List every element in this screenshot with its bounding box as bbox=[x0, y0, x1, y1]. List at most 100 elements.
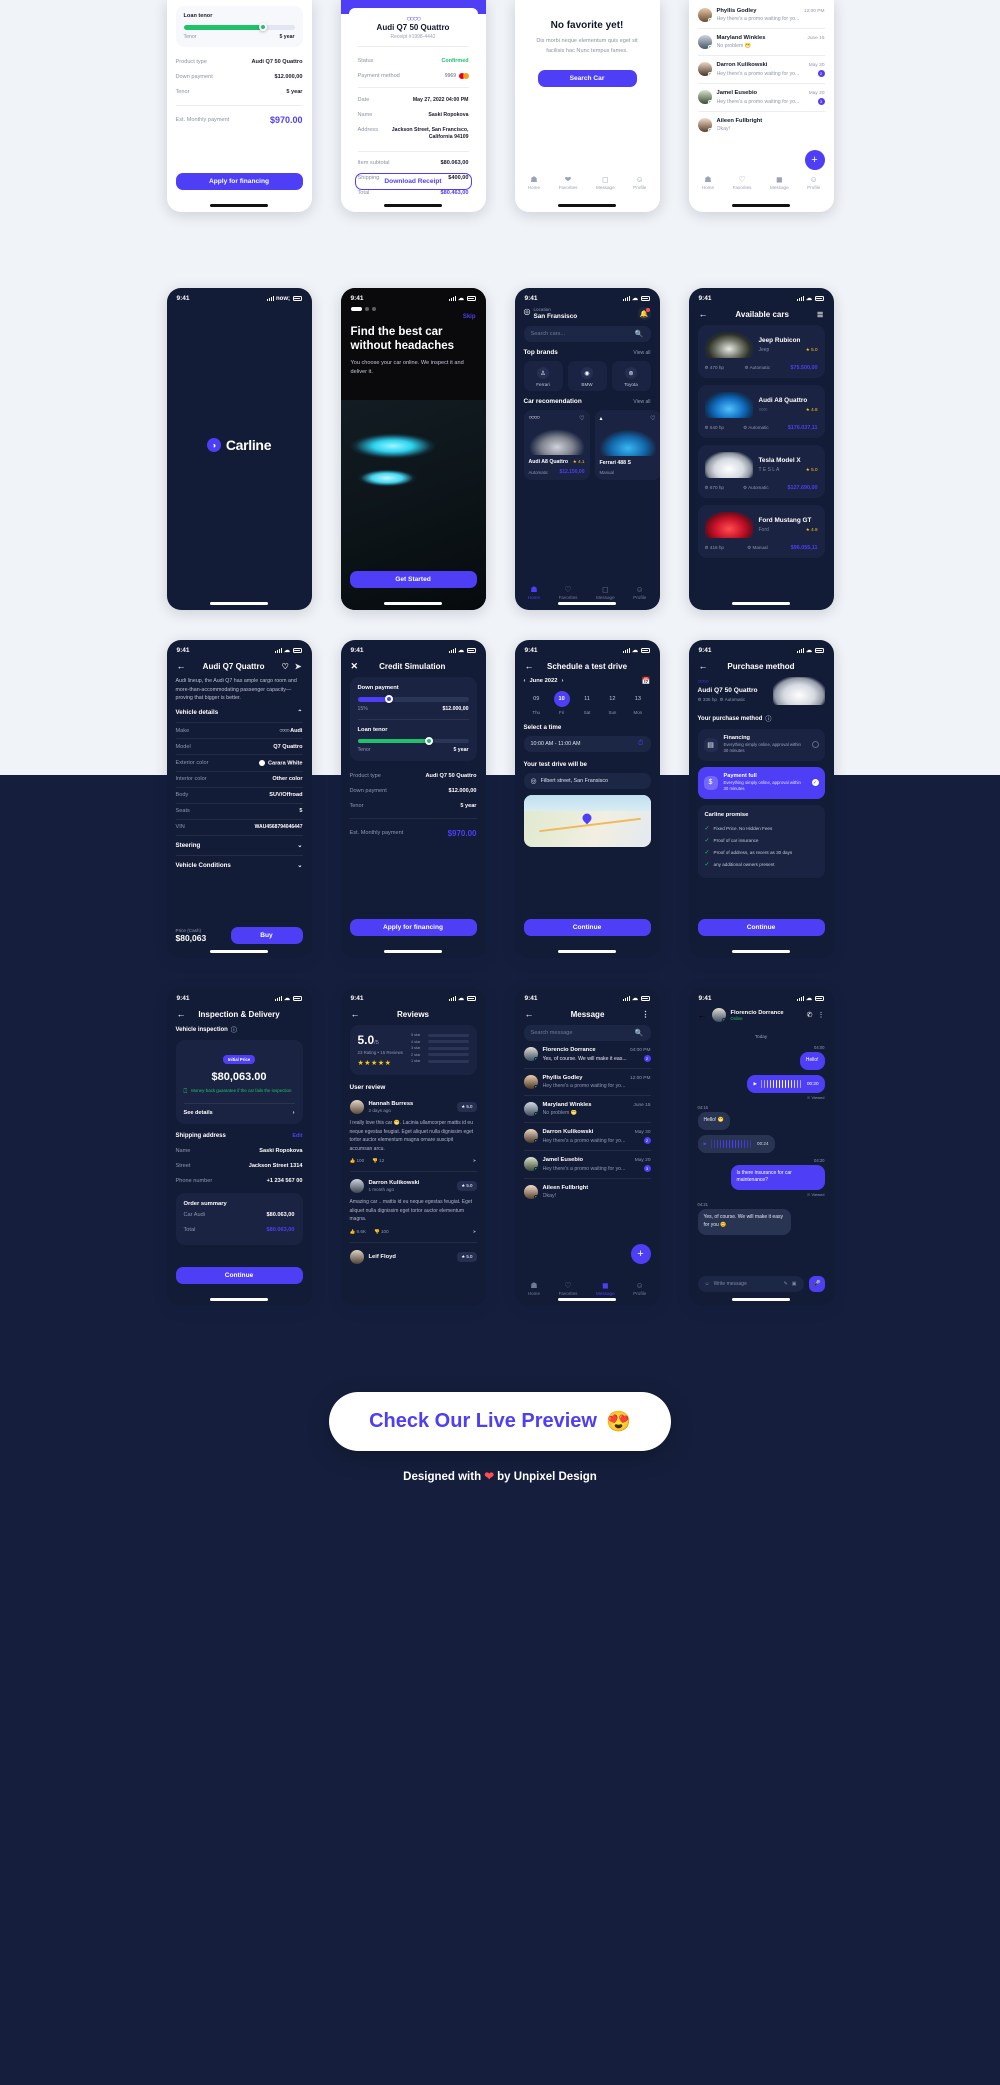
back-button[interactable]: ← bbox=[525, 1010, 534, 1019]
accordion-vehicle-details[interactable]: Vehicle details ⌃ bbox=[176, 703, 303, 722]
tab-home[interactable]: ☗ Home bbox=[528, 175, 540, 190]
accordion-vehicle-conditions[interactable]: Vehicle Conditions ⌄ bbox=[176, 856, 303, 875]
accordion-steering[interactable]: Steering ⌄ bbox=[176, 836, 303, 855]
close-button[interactable]: ✕ bbox=[351, 662, 359, 671]
tab-home[interactable]: ☗ Home bbox=[702, 175, 714, 190]
tab-home[interactable]: ☗ Home bbox=[528, 585, 540, 600]
share-icon[interactable]: ➤ bbox=[295, 662, 302, 671]
tab-profile[interactable]: ☺ Profile bbox=[633, 1281, 646, 1296]
brand-item-toyota[interactable]: ⊚ Toyota bbox=[611, 361, 651, 391]
tab-favorites[interactable]: ❤ Favorites bbox=[559, 175, 578, 190]
radio-unselected[interactable] bbox=[811, 741, 819, 749]
info-icon[interactable]: ⓘ bbox=[765, 714, 771, 723]
option-payment-full[interactable]: $ Payment full Everything simply online,… bbox=[697, 766, 825, 799]
search-input[interactable]: Search cars... 🔍 bbox=[523, 326, 651, 342]
live-preview-button[interactable]: Check Our Live Preview 😍 bbox=[329, 1392, 671, 1451]
chevron-right-icon[interactable]: › bbox=[561, 678, 563, 684]
loan-tenor-slider[interactable] bbox=[357, 736, 469, 745]
day-cell[interactable]: 13 Mon bbox=[625, 691, 650, 715]
tab-profile[interactable]: ☺ Profile bbox=[633, 585, 646, 600]
tab-message[interactable]: ◼ Message bbox=[770, 175, 789, 190]
view-all-link[interactable]: View all bbox=[633, 350, 650, 356]
list-item[interactable]: Florencio Dorrance 04:00 PM Yes, of cours… bbox=[523, 1041, 651, 1068]
edit-address-button[interactable]: Edit bbox=[292, 1133, 302, 1139]
attachment-icon[interactable]: ✎ bbox=[784, 1281, 788, 1287]
buy-button[interactable]: Buy bbox=[230, 927, 303, 944]
option-financing[interactable]: ▤ Financing Everything simply online, ap… bbox=[697, 729, 825, 761]
emoji-icon[interactable]: ☺ bbox=[705, 1281, 710, 1287]
favorite-icon[interactable]: ♡ bbox=[579, 415, 584, 422]
month-selector[interactable]: ‹ June 2022 › 📅 bbox=[524, 677, 651, 685]
list-item[interactable]: Darron Kulikowski May 30 Hey there's a pr… bbox=[523, 1123, 651, 1150]
see-details-link[interactable]: See details › bbox=[183, 1103, 295, 1116]
list-item[interactable]: Darron Kulikowski May 30 Hey there's a pr… bbox=[697, 56, 825, 83]
tab-favorites[interactable]: ♡ Favorites bbox=[559, 1281, 578, 1296]
apply-for-financing-button[interactable]: Apply for financing bbox=[349, 919, 477, 936]
info-icon[interactable]: ⓘ bbox=[231, 1025, 237, 1034]
image-icon[interactable]: ▣ bbox=[792, 1281, 797, 1287]
notifications-button[interactable]: 🔔 bbox=[637, 307, 651, 320]
list-item[interactable]: Jamel Eusebio May 20 Hey there's a promo … bbox=[697, 84, 825, 111]
view-all-link[interactable]: View all bbox=[633, 399, 650, 405]
like-button[interactable]: 👍 9.6K bbox=[350, 1229, 366, 1235]
tab-profile[interactable]: ☺ Profile bbox=[807, 175, 820, 190]
car-card[interactable]: ♡ ▴ Ferrari 488 S Manual bbox=[594, 410, 660, 480]
filter-icon[interactable]: ≣ bbox=[817, 310, 824, 319]
list-item[interactable]: Jamel Eusebio May 20 Hey there's a promo … bbox=[523, 1151, 651, 1178]
voice-message[interactable]: ▶ 00:24 bbox=[697, 1134, 775, 1153]
apply-for-financing-button[interactable]: Apply for financing bbox=[175, 173, 303, 190]
list-item[interactable]: Maryland Winkles June 15 No problem 😁 bbox=[523, 1096, 651, 1122]
brand-item-ferrari[interactable]: ♙ Ferrari bbox=[523, 361, 563, 391]
car-list-item[interactable]: Audi A8 Quattro ○○○○ ★ 4.8 ⚙ 540 hp ⚙ Au… bbox=[697, 385, 825, 438]
list-item[interactable]: Aileen Fullbright Okay! bbox=[697, 112, 825, 138]
day-cell[interactable]: 09 Thu bbox=[524, 691, 549, 715]
back-button[interactable]: ← bbox=[177, 662, 186, 671]
favorite-icon[interactable]: ♡ bbox=[650, 415, 655, 422]
list-item[interactable]: Phyllis Godley 12:00 PM Hey there's a pro… bbox=[697, 2, 825, 28]
skip-button[interactable]: Skip bbox=[463, 314, 476, 320]
share-icon[interactable]: ➤ bbox=[473, 1158, 477, 1164]
mic-button[interactable]: 🎤 bbox=[808, 1276, 825, 1292]
get-started-button[interactable]: Get Started bbox=[349, 571, 477, 588]
calendar-icon[interactable]: 📅 bbox=[642, 677, 651, 685]
tab-favorites[interactable]: ♡ Favorites bbox=[559, 585, 578, 600]
play-icon[interactable]: ▶ bbox=[704, 1141, 708, 1147]
tab-favorites[interactable]: ♡ Favorites bbox=[733, 175, 752, 190]
message-input[interactable]: ☺ Write message ✎ ▣ bbox=[697, 1276, 804, 1292]
time-select[interactable]: 10:00 AM - 11:00 AM ⏱ bbox=[523, 736, 651, 752]
back-button[interactable]: ← bbox=[525, 662, 534, 671]
dislike-button[interactable]: 👎 12 bbox=[372, 1158, 384, 1164]
tab-message[interactable]: ◻ Message bbox=[596, 585, 615, 600]
search-car-button[interactable]: Search Car bbox=[537, 70, 637, 87]
continue-button[interactable]: Continue bbox=[175, 1267, 303, 1284]
loan-tenor-slider[interactable] bbox=[183, 23, 295, 32]
voice-message[interactable]: ▶ 00:20 bbox=[747, 1074, 825, 1093]
new-message-fab[interactable]: + bbox=[804, 150, 825, 170]
tab-home[interactable]: ☗ Home bbox=[528, 1281, 540, 1296]
more-options-icon[interactable]: ⋮ bbox=[818, 1011, 825, 1019]
radio-selected[interactable]: ✓ bbox=[811, 779, 819, 787]
day-cell-selected[interactable]: 10 Fri bbox=[549, 691, 574, 715]
back-button[interactable]: ← bbox=[177, 1010, 186, 1019]
chevron-left-icon[interactable]: ‹ bbox=[524, 678, 526, 684]
list-item[interactable]: Maryland Winkles June 15 No problem 😁 bbox=[697, 29, 825, 55]
list-item[interactable]: Phyllis Godley 12:00 PM Hey there's a pro… bbox=[523, 1069, 651, 1095]
down-payment-slider[interactable] bbox=[357, 695, 469, 704]
back-button[interactable]: ← bbox=[698, 1010, 707, 1020]
car-list-item[interactable]: Tesla Model X T E S L A ★ 5.0 ⚙ 670 hp ⚙… bbox=[697, 445, 825, 498]
share-icon[interactable]: ➤ bbox=[473, 1229, 477, 1235]
back-button[interactable]: ← bbox=[699, 662, 708, 671]
call-icon[interactable]: ✆ bbox=[807, 1011, 813, 1019]
map-preview[interactable] bbox=[523, 795, 651, 847]
list-item[interactable]: Aileen Fullbright Okay! bbox=[523, 1179, 651, 1205]
new-message-fab[interactable]: + bbox=[630, 1244, 651, 1264]
search-message-input[interactable]: Search message 🔍 bbox=[523, 1025, 651, 1041]
tab-message[interactable]: ◻ Message bbox=[596, 175, 615, 190]
car-list-item[interactable]: Ford Mustang GT Ford ★ 4.9 ⚙ 416 hp ⚙ Ma… bbox=[697, 505, 825, 558]
continue-button[interactable]: Continue bbox=[523, 919, 651, 936]
tab-message[interactable]: ◼ Message bbox=[596, 1281, 615, 1296]
back-button[interactable]: ← bbox=[351, 1010, 360, 1019]
day-cell[interactable]: 12 Sun bbox=[600, 691, 625, 715]
car-card[interactable]: ♡ ○○○○ Audi A8 Quattro ★ 4.1 Automatic $… bbox=[523, 410, 590, 480]
continue-button[interactable]: Continue bbox=[697, 919, 825, 936]
